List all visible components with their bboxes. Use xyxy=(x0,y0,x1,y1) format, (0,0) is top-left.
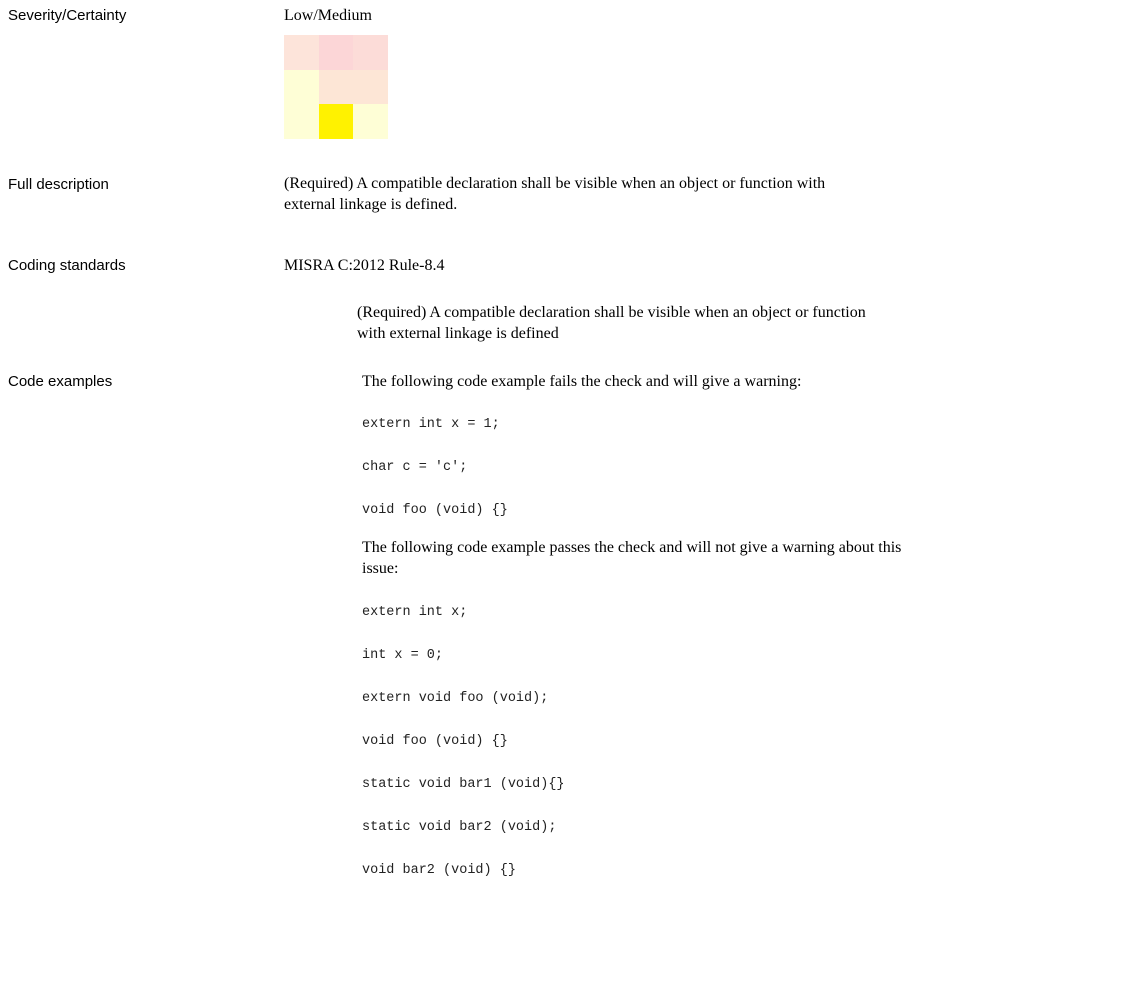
pass-code-line: void foo (void) {} xyxy=(362,734,508,749)
coding-standards-label: Coding standards xyxy=(8,257,126,274)
severity-cell-1-0 xyxy=(284,69,319,105)
pass-code-line: int x = 0; xyxy=(362,648,444,663)
severity-cell-2-0 xyxy=(284,104,319,139)
coding-standard-text: (Required) A compatible declaration shal… xyxy=(357,304,866,342)
severity-value: Low/Medium xyxy=(284,7,372,24)
code-examples-label: Code examples xyxy=(8,373,113,390)
severity-cell-0-2 xyxy=(353,35,388,70)
pass-code-line: extern void foo (void); xyxy=(362,691,549,706)
full-description-label: Full description xyxy=(8,176,109,193)
pass-code-line: static void bar1 (void){} xyxy=(362,777,565,792)
fail-code-line: char c = 'c'; xyxy=(362,460,468,475)
fail-code-line: void foo (void) {} xyxy=(362,503,508,518)
severity-cell-2-1 xyxy=(318,104,354,139)
severity-grid xyxy=(284,35,388,139)
pass-code-line: extern int x; xyxy=(362,605,468,620)
severity-cell-0-0 xyxy=(284,35,319,70)
severity-label: Severity/Certainty xyxy=(8,7,127,24)
severity-cell-1-2 xyxy=(353,69,388,105)
fail-code-line: extern int x = 1; xyxy=(362,417,500,432)
pass-intro-text: The following code example passes the ch… xyxy=(362,539,902,577)
fail-intro-text: The following code example fails the che… xyxy=(362,373,802,390)
coding-standard-name: MISRA C:2012 Rule-8.4 xyxy=(284,257,445,274)
severity-cell-0-1 xyxy=(318,35,354,70)
full-description-text: (Required) A compatible declaration shal… xyxy=(284,175,826,213)
pass-code-line: void bar2 (void) {} xyxy=(362,863,516,878)
severity-cell-1-1 xyxy=(318,69,354,105)
pass-code-line: static void bar2 (void); xyxy=(362,820,557,835)
severity-cell-2-2 xyxy=(353,104,388,139)
